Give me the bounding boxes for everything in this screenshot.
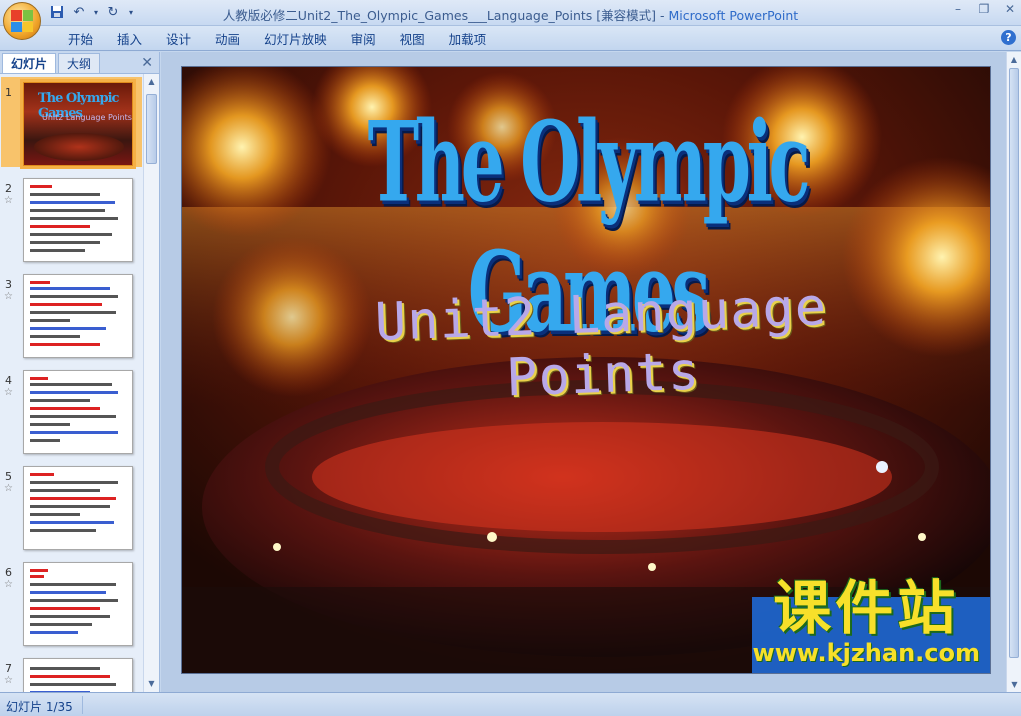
- help-icon[interactable]: ?: [1001, 30, 1016, 45]
- tab-review[interactable]: 审阅: [339, 31, 388, 49]
- thumbnail-item[interactable]: 5 ☆: [0, 466, 143, 556]
- app-name: Microsoft PowerPoint: [668, 8, 799, 23]
- thumbnail-item[interactable]: 2 ☆: [0, 178, 143, 268]
- thumbnail-item[interactable]: 7 ☆: [0, 658, 143, 692]
- scroll-down-icon[interactable]: ▼: [144, 676, 159, 692]
- save-icon[interactable]: [48, 3, 66, 21]
- tab-insert[interactable]: 插入: [105, 31, 154, 49]
- thumbnail-slide-7[interactable]: [23, 658, 133, 692]
- undo-dropdown-icon[interactable]: ▾: [92, 3, 100, 21]
- slide-scrollbar[interactable]: ▲ ▼: [1006, 52, 1021, 692]
- scroll-down-icon[interactable]: ▼: [1007, 677, 1021, 692]
- window-title: 人教版必修二Unit2_The_Olympic_Games___Language…: [0, 5, 1021, 24]
- thumbnail-number: 5: [5, 470, 12, 483]
- tab-outline[interactable]: 大纲: [58, 53, 101, 73]
- watermark-logo-text: 课件站: [773, 574, 960, 642]
- thumbnail-slide-3[interactable]: [23, 274, 133, 358]
- scroll-thumb[interactable]: [146, 94, 157, 164]
- watermark: 课件站 www.kjzhan.com: [753, 577, 980, 667]
- thumbnail-number: 7: [5, 662, 12, 675]
- document-title: 人教版必修二Unit2_The_Olympic_Games___Language…: [222, 8, 669, 23]
- slide-editor: The Olympic Games Unit2 Language Points …: [161, 52, 1006, 692]
- ribbon-tabs: 开始 插入 设计 动画 幻灯片放映 审阅 视图 加载项: [56, 31, 498, 49]
- scroll-up-icon[interactable]: ▲: [144, 74, 159, 90]
- animation-star-icon: ☆: [4, 195, 13, 206]
- slide-subtitle[interactable]: Unit2 Language Points: [280, 274, 924, 416]
- window-controls: – ❐ ✕: [951, 2, 1017, 16]
- close-icon[interactable]: ✕: [1003, 2, 1017, 16]
- thumbnail-slide-4[interactable]: [23, 370, 133, 454]
- animation-star-icon: ☆: [4, 291, 13, 302]
- scroll-bottom-buttons: ▼: [1007, 677, 1021, 692]
- tab-addins[interactable]: 加载项: [437, 31, 499, 49]
- panel-tabs: 幻灯片 大纲 ✕: [0, 52, 159, 74]
- thumbnail-slide-5[interactable]: [23, 466, 133, 550]
- thumbnail-item[interactable]: 4 ☆: [0, 370, 143, 460]
- tab-slides[interactable]: 幻灯片: [2, 53, 57, 73]
- animation-star-icon: ☆: [4, 579, 13, 590]
- animation-star-icon: ☆: [4, 483, 13, 494]
- thumbnail-item[interactable]: 6 ☆: [0, 562, 143, 652]
- title-bar: ↶ ▾ ↻ ▾ 人教版必修二Unit2_The_Olympic_Games___…: [0, 0, 1021, 26]
- animation-star-icon: ☆: [4, 675, 13, 686]
- thumbnail-slide-6[interactable]: [23, 562, 133, 646]
- redo-icon[interactable]: ↻: [104, 3, 122, 21]
- thumbnail-slide-2[interactable]: [23, 178, 133, 262]
- thumbnail-slide-1[interactable]: The Olympic Games Unit2 Language Points: [20, 79, 136, 169]
- office-logo-icon: [11, 10, 33, 32]
- thumbnail-item[interactable]: 1 The Olympic Games Unit2 Language Point…: [0, 79, 143, 172]
- tab-animations[interactable]: 动画: [203, 31, 252, 49]
- animation-star-icon: ☆: [4, 387, 13, 398]
- thumbnail-item[interactable]: 3 ☆: [0, 274, 143, 364]
- current-slide[interactable]: The Olympic Games Unit2 Language Points …: [181, 66, 991, 674]
- tab-design[interactable]: 设计: [154, 31, 203, 49]
- scroll-thumb[interactable]: [1009, 68, 1019, 658]
- thumbnail-scrollbar[interactable]: ▲ ▼: [143, 74, 159, 692]
- thumbnail-number: 1: [5, 86, 12, 99]
- status-divider: [82, 696, 83, 714]
- quick-access-toolbar: ↶ ▾ ↻ ▾: [48, 3, 136, 21]
- ribbon: 开始 插入 设计 动画 幻灯片放映 审阅 视图 加载项 ?: [0, 26, 1021, 51]
- office-button[interactable]: [3, 2, 41, 40]
- slide-counter: 幻灯片 1/35: [6, 700, 73, 714]
- thumbnail-number: 2: [5, 182, 12, 195]
- thumbnail-list: 1 The Olympic Games Unit2 Language Point…: [0, 74, 143, 692]
- status-bar: 幻灯片 1/35: [0, 692, 1021, 716]
- slides-panel: 幻灯片 大纲 ✕ 1 The Olympic Games Unit2 Langu…: [0, 52, 160, 692]
- restore-icon[interactable]: ❐: [977, 2, 991, 16]
- thumbnail-number: 6: [5, 566, 12, 579]
- minimize-icon[interactable]: –: [951, 2, 965, 16]
- thumbnail-subtitle-art: Unit2 Language Points: [42, 113, 132, 122]
- thumbnail-number: 4: [5, 374, 12, 387]
- customize-toolbar-icon[interactable]: ▾: [126, 3, 136, 21]
- close-panel-icon[interactable]: ✕: [141, 55, 153, 71]
- thumbnail-number: 3: [5, 278, 12, 291]
- thumbnail-stadium-art: [34, 133, 124, 161]
- scroll-up-icon[interactable]: ▲: [1007, 52, 1021, 67]
- watermark-url: www.kjzhan.com: [752, 639, 980, 667]
- tab-home[interactable]: 开始: [56, 31, 105, 49]
- tab-view[interactable]: 视图: [388, 31, 437, 49]
- tab-slideshow[interactable]: 幻灯片放映: [252, 31, 339, 49]
- undo-icon[interactable]: ↶: [70, 3, 88, 21]
